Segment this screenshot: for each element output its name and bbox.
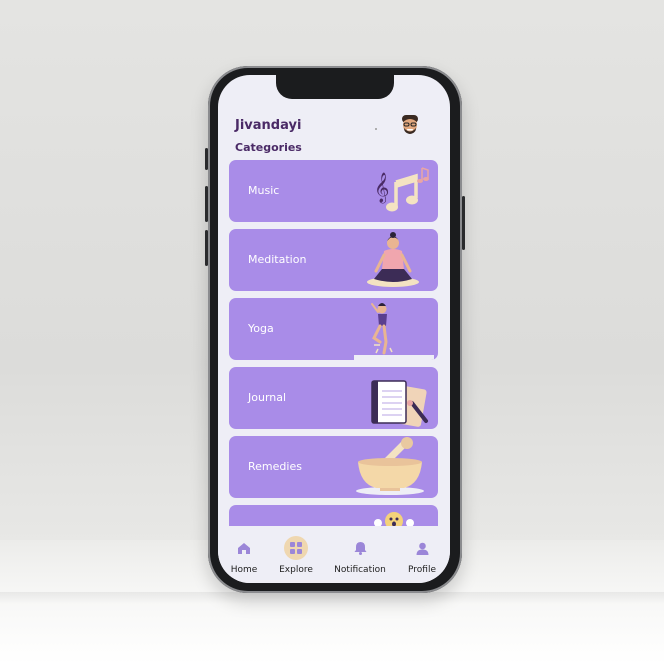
- home-icon: [232, 536, 256, 560]
- category-card-meditation[interactable]: Meditation: [229, 229, 438, 291]
- tab-label: Explore: [279, 565, 313, 575]
- bottom-tab-bar: Home Explore Notification Profile: [218, 526, 450, 583]
- tab-notification[interactable]: Notification: [330, 526, 390, 583]
- avatar[interactable]: [399, 113, 421, 137]
- phone-power-button: [462, 196, 465, 250]
- tab-home[interactable]: Home: [226, 526, 262, 583]
- category-card-remedies[interactable]: Remedies: [229, 436, 438, 498]
- person-icon: [410, 536, 434, 560]
- category-label: Music: [248, 184, 280, 197]
- tab-explore-indicator: [284, 536, 308, 560]
- category-label: Meditation: [248, 253, 307, 266]
- grid-icon: [284, 536, 308, 560]
- phone-screen: Jivandayi Categories Music 𝄞 Meditation …: [218, 75, 450, 583]
- category-label: Yoga: [248, 322, 274, 335]
- table-shadow: [0, 592, 664, 604]
- category-card-journal[interactable]: Journal: [229, 367, 438, 429]
- phone-volume-down: [205, 230, 208, 266]
- category-label: Remedies: [248, 460, 302, 473]
- yoga-illustration: [354, 303, 434, 360]
- tab-label: Notification: [334, 565, 386, 575]
- meditation-illustration: [367, 232, 419, 287]
- category-label: Journal: [248, 391, 287, 404]
- phone-volume-up: [205, 186, 208, 222]
- tab-label: Profile: [408, 565, 436, 575]
- journal-illustration: [371, 380, 428, 427]
- music-notes-icon: 𝄞: [374, 167, 429, 212]
- category-card-music[interactable]: Music 𝄞: [229, 160, 438, 222]
- mortar-pestle-illustration: [356, 437, 424, 495]
- tab-profile[interactable]: Profile: [404, 526, 440, 583]
- notch: [276, 75, 394, 99]
- svg-text:𝄞: 𝄞: [374, 172, 389, 204]
- categories-heading: Categories: [235, 141, 302, 154]
- tab-explore[interactable]: Explore: [275, 526, 317, 583]
- app-title: Jivandayi: [235, 118, 302, 133]
- tab-label: Home: [230, 565, 258, 575]
- status-dot: [375, 128, 377, 130]
- bell-icon: [348, 536, 372, 560]
- phone-side-button: [205, 148, 208, 170]
- category-card-yoga[interactable]: Yoga: [229, 298, 438, 360]
